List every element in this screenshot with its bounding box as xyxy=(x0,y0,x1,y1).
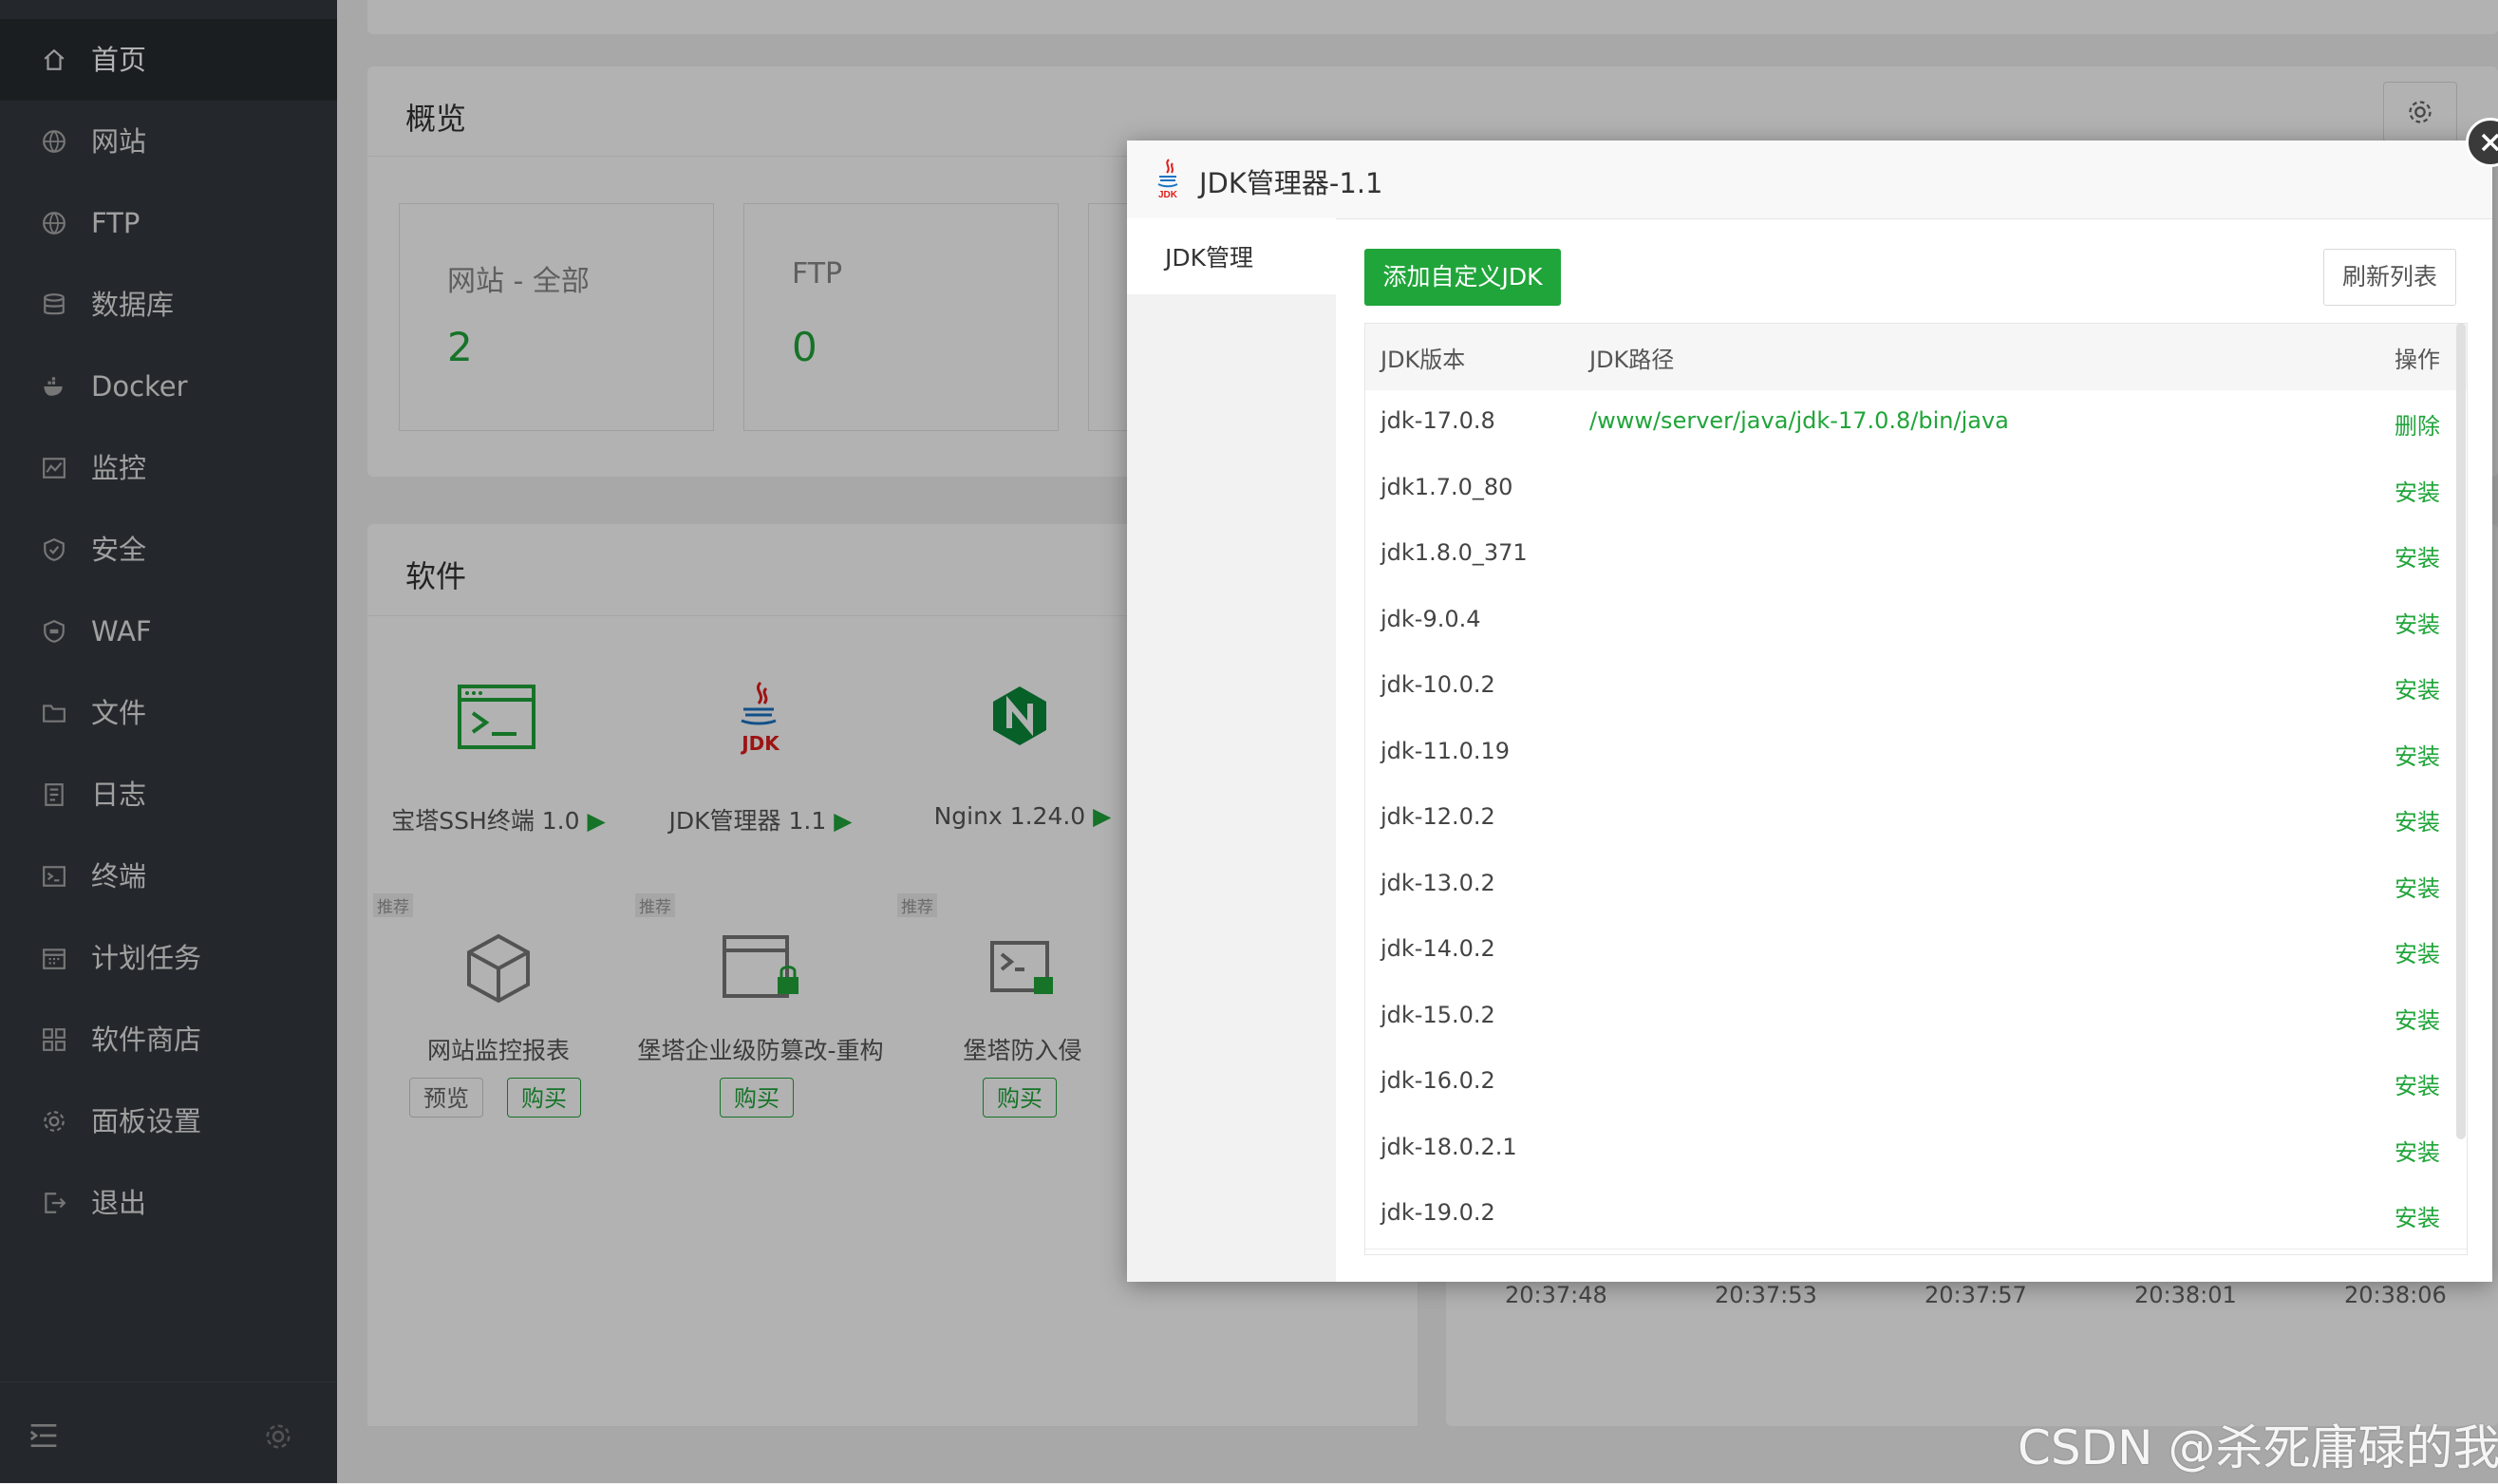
jdk-table: JDK版本 JDK路径 操作 jdk-17.0.8/www/server/jav… xyxy=(1364,323,2468,1255)
install-link[interactable]: 安装 xyxy=(2395,671,2440,704)
table-row: jdk-19.0.2 安装 xyxy=(1365,1182,2467,1249)
table-scrollbar[interactable] xyxy=(2456,323,2466,1139)
column-header-path: JDK路径 xyxy=(1589,347,1675,373)
install-link[interactable]: 安装 xyxy=(2395,606,2440,639)
add-custom-jdk-button[interactable]: 添加自定义JDK xyxy=(1364,249,1561,306)
install-link[interactable]: 安装 xyxy=(2395,474,2440,507)
jdk-version: jdk1.7.0_80 xyxy=(1380,473,1513,500)
dialog-side-menu: JDK管理 xyxy=(1127,218,1336,1282)
jdk-version: jdk-13.0.2 xyxy=(1380,869,1495,896)
column-header-version: JDK版本 xyxy=(1380,347,1466,373)
jdk-version: jdk-16.0.2 xyxy=(1380,1067,1495,1094)
table-row: jdk-11.0.19 安装 xyxy=(1365,720,2467,788)
jdk-manager-dialog: JDK JDK管理器-1.1 JDK管理 添加自定义JDK 刷新列表 JDK版本… xyxy=(1127,118,2498,1282)
jdk-version: jdk-11.0.19 xyxy=(1380,737,1511,764)
jdk-version: jdk-15.0.2 xyxy=(1380,1001,1495,1028)
table-row: jdk-9.0.4 安装 xyxy=(1365,588,2467,656)
install-link[interactable]: 安装 xyxy=(2395,1067,2440,1100)
install-link[interactable]: 安装 xyxy=(2395,870,2440,903)
table-row: jdk-18.0.2.1 安装 xyxy=(1365,1116,2467,1184)
watermark: CSDN @杀死庸碌的我 xyxy=(2018,1420,2498,1475)
install-link[interactable]: 安装 xyxy=(2395,1002,2440,1035)
jdk-version: jdk-17.0.8 xyxy=(1380,407,1495,434)
table-row: jdk-10.0.2 安装 xyxy=(1365,654,2467,722)
table-row: jdk1.8.0_371 安装 xyxy=(1365,522,2467,590)
dialog-title: JDK管理器-1.1 xyxy=(1199,167,1383,199)
jdk-version: jdk-9.0.4 xyxy=(1380,605,1481,632)
delete-link[interactable]: 删除 xyxy=(2395,407,2440,441)
tab-jdk-manage[interactable]: JDK管理 xyxy=(1127,218,1336,294)
table-row: jdk-16.0.2 安装 xyxy=(1365,1050,2467,1118)
table-row: jdk-15.0.2 安装 xyxy=(1365,984,2467,1052)
column-header-action: 操作 xyxy=(2395,347,2440,373)
jdk-version: jdk-10.0.2 xyxy=(1380,671,1495,698)
table-row: jdk-13.0.2 安装 xyxy=(1365,852,2467,920)
table-row: jdk1.7.0_80 安装 xyxy=(1365,456,2467,524)
refresh-list-button[interactable]: 刷新列表 xyxy=(2323,249,2456,306)
table-row: jdk-14.0.2 安装 xyxy=(1365,918,2467,986)
jdk-version: jdk-19.0.2 xyxy=(1380,1199,1495,1226)
install-link[interactable]: 安装 xyxy=(2395,935,2440,968)
svg-text:JDK: JDK xyxy=(1158,190,1178,199)
table-row: jdk-17.0.8/www/server/java/jdk-17.0.8/bi… xyxy=(1365,390,2467,458)
jdk-version: jdk-12.0.2 xyxy=(1380,803,1495,830)
dialog-header: JDK JDK管理器-1.1 xyxy=(1127,141,2492,219)
install-link[interactable]: 安装 xyxy=(2395,539,2440,573)
jdk-version: jdk1.8.0_371 xyxy=(1380,539,1528,566)
jdk-path: /www/server/java/jdk-17.0.8/bin/java xyxy=(1589,407,2009,434)
jdk-version: jdk-18.0.2.1 xyxy=(1380,1133,1517,1160)
table-row: jdk-12.0.2 安装 xyxy=(1365,786,2467,854)
install-link[interactable]: 安装 xyxy=(2395,1134,2440,1167)
install-link[interactable]: 安装 xyxy=(2395,803,2440,836)
install-link[interactable]: 安装 xyxy=(2395,1199,2440,1232)
jdk-version: jdk-14.0.2 xyxy=(1380,935,1495,962)
table-header: JDK版本 JDK路径 操作 xyxy=(1365,324,2467,391)
install-link[interactable]: 安装 xyxy=(2395,738,2440,771)
close-icon xyxy=(2481,133,2498,152)
java-logo-icon: JDK xyxy=(1157,159,1178,199)
